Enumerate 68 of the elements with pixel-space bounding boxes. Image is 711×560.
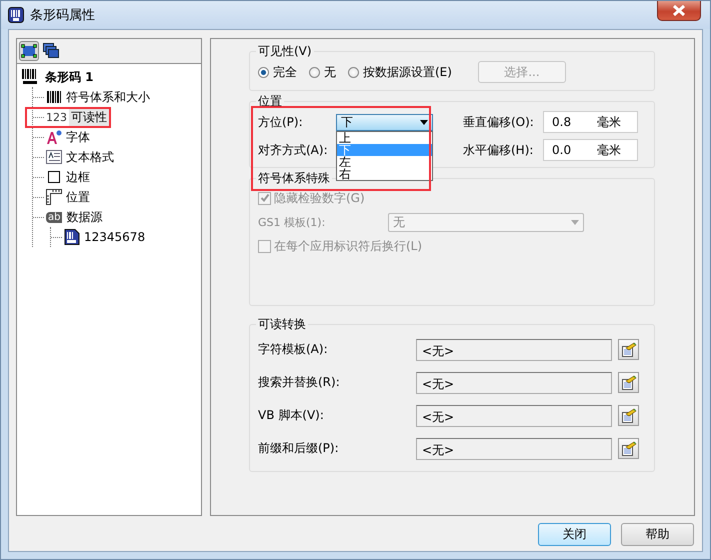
dialog-button[interactable]: 关闭	[538, 523, 611, 546]
tree-item[interactable]: 符号体系和大小	[64, 88, 152, 106]
caret-icon	[571, 220, 579, 224]
tree-root[interactable]: 条形码 1	[43, 68, 96, 86]
field-label: 水平偏移(H):	[462, 142, 534, 158]
edit-button[interactable]	[618, 339, 639, 360]
checkbox-label: 在每个应用标识符后换行(L)	[274, 238, 422, 254]
field-label: 方位(P):	[258, 114, 304, 130]
field-label: 搜索并替换(R):	[258, 374, 341, 391]
field-label: VB 脚本(V):	[258, 407, 325, 424]
edit-icon	[620, 342, 636, 358]
tree-item[interactable]: 字体	[64, 128, 92, 146]
dropdown-option[interactable]: 右	[337, 168, 432, 180]
edit-icon	[620, 440, 636, 456]
field-label: 对齐方式(A):	[258, 142, 329, 158]
edit-button[interactable]	[618, 438, 639, 459]
caret-icon	[420, 120, 428, 124]
field-label: 垂直偏移(O):	[462, 114, 535, 130]
radio-button[interactable]	[258, 66, 269, 78]
radio-button[interactable]	[309, 66, 320, 78]
group-label: 可读转换	[257, 316, 307, 333]
barcode-icon	[46, 89, 62, 105]
square-icon	[46, 169, 62, 185]
edit-button[interactable]	[618, 372, 639, 393]
readonly-field[interactable]: <无>	[416, 438, 612, 460]
tree-item[interactable]: 文本格式	[64, 148, 116, 166]
close-icon	[672, 5, 686, 16]
edit-icon	[620, 408, 636, 424]
number-field[interactable]: 0.8 毫米	[543, 111, 638, 133]
radio-label: 无	[324, 64, 336, 80]
field-label: 字符模板(A):	[258, 341, 329, 358]
number-field[interactable]: 0.0 毫米	[543, 139, 638, 161]
edit-button[interactable]	[618, 405, 639, 426]
readonly-field[interactable]: <无>	[416, 404, 612, 426]
readonly-field[interactable]: <无>	[416, 372, 612, 394]
font-icon	[46, 129, 62, 145]
field-label: GS1 模板(1):	[258, 214, 326, 230]
dropdown-option[interactable]: 左	[337, 156, 432, 168]
close-button[interactable]	[657, 1, 701, 21]
number-icon: 123	[46, 110, 67, 124]
tag-icon: ab	[46, 212, 62, 222]
group-label: 位置	[257, 93, 283, 110]
edit-icon	[620, 374, 636, 390]
document-icon	[64, 229, 80, 245]
orientation-dropdown[interactable]: 下	[336, 114, 433, 130]
checkbox-label: 隐藏检验数字(G)	[274, 190, 365, 206]
radio-label: 按数据源设置(E)	[363, 64, 452, 80]
layers-icon	[43, 43, 59, 59]
dialog-button[interactable]: 帮助	[621, 523, 694, 546]
tree-item[interactable]: 位置	[64, 188, 92, 206]
tree-item[interactable]: 边框	[64, 168, 92, 186]
selection-icon	[21, 44, 37, 58]
layers-button[interactable]	[41, 41, 61, 61]
window-title: 条形码属性	[30, 7, 95, 24]
tree-item[interactable]: 数据源	[64, 208, 104, 226]
radio-button[interactable]	[348, 66, 359, 78]
object-view-button[interactable]	[19, 41, 39, 61]
ruler-icon	[46, 189, 62, 205]
group-label: 可见性(V)	[257, 43, 313, 60]
barcode-icon	[21, 68, 39, 86]
barcode-app-icon	[8, 7, 24, 23]
group-label: 符号体系特殊	[257, 170, 331, 187]
radio-label: 完全	[273, 64, 297, 80]
text-format-icon	[46, 149, 62, 165]
readonly-field[interactable]: <无>	[416, 338, 612, 360]
tree-item[interactable]: 12345678	[82, 229, 148, 245]
dropdown-option[interactable]: 上	[337, 132, 432, 144]
field-label: 前缀和后缀(P):	[258, 440, 340, 457]
